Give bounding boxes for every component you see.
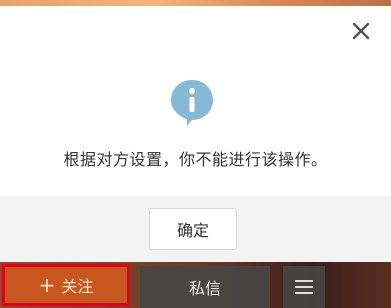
close-button[interactable]	[350, 20, 372, 42]
profile-action-bar: + 关注 私信	[0, 262, 391, 308]
confirm-button[interactable]: 确定	[149, 208, 237, 250]
menu-icon	[295, 280, 313, 294]
close-icon	[352, 22, 370, 40]
dialog-message: 根据对方设置，你不能进行该操作。	[63, 150, 328, 169]
menu-button[interactable]	[283, 266, 325, 308]
info-icon	[169, 78, 215, 128]
plus-icon: +	[38, 273, 56, 297]
follow-label: 关注	[61, 277, 94, 296]
follow-button[interactable]: + 关注	[2, 264, 130, 306]
private-message-button[interactable]: 私信	[140, 266, 270, 308]
dialog-body: 根据对方设置，你不能进行该操作。	[0, 6, 391, 196]
alert-dialog: 根据对方设置，你不能进行该操作。 确定	[0, 6, 391, 262]
